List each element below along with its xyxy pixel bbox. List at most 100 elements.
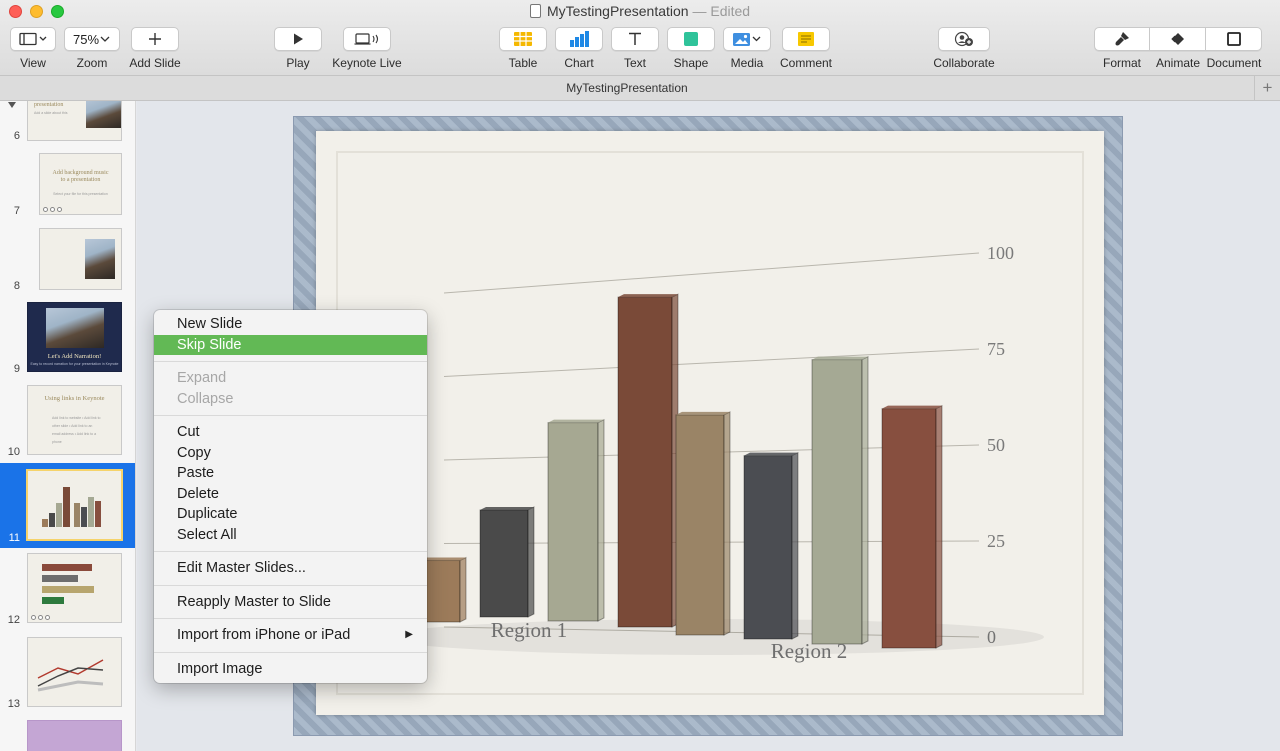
chart-tool[interactable]: Chart	[555, 27, 603, 70]
slide-thumbnail-14[interactable]	[0, 718, 135, 751]
chart-bar-top	[618, 294, 678, 298]
chart-bar-side	[597, 418, 605, 622]
slide-number: 7	[13, 205, 20, 217]
chart-bar-top	[480, 506, 534, 510]
chart-bar	[479, 509, 529, 618]
keynote-live-button[interactable]	[343, 27, 391, 51]
format-label: Format	[1102, 56, 1141, 70]
chart-button[interactable]	[555, 27, 603, 51]
menu-item-duplicate[interactable]: Duplicate	[154, 504, 427, 525]
slide-thumbnail-11[interactable]: 11	[0, 463, 135, 548]
text-icon	[629, 32, 641, 45]
chart-bar-side	[527, 506, 535, 618]
chart-bar	[675, 414, 725, 636]
slide-preview: presentation Add a slide about this	[27, 101, 122, 141]
slide-subtitle: Add a slide about this	[34, 111, 68, 115]
shape-icon	[684, 32, 698, 46]
animate-button[interactable]	[1150, 27, 1206, 51]
menu-item-paste[interactable]: Paste	[154, 463, 427, 484]
slide-photo	[46, 308, 104, 348]
view-button[interactable]	[10, 27, 56, 51]
menu-separator	[154, 618, 427, 619]
table-tool[interactable]: Table	[499, 27, 547, 70]
view-sidebar-icon	[19, 32, 47, 46]
menu-item-cut[interactable]: Cut	[154, 422, 427, 443]
comment-button[interactable]	[782, 27, 830, 51]
add-slide-tool[interactable]: Add Slide	[128, 27, 182, 70]
table-button[interactable]	[499, 27, 547, 51]
menu-item-collapse[interactable]: Collapse	[154, 389, 427, 410]
media-tool[interactable]: Media	[723, 27, 771, 70]
slide-thumbnail-9[interactable]: 9 Let's Add Narration! Easy to record na…	[0, 300, 135, 378]
y-tick-label: 50	[987, 435, 1005, 455]
zoom-tool[interactable]: 75% Zoom	[64, 27, 120, 70]
text-label: Text	[623, 56, 646, 70]
chart-bar-side	[791, 451, 799, 640]
slide-number: 13	[7, 698, 20, 710]
slide-title: presentation	[34, 102, 64, 108]
x-category-label: Region 2	[771, 639, 847, 663]
menu-item-import-from-iphone[interactable]: Import from iPhone or iPad ▶	[154, 625, 427, 646]
animate-label: Animate	[1155, 56, 1201, 70]
mini-line-chart-icon	[37, 659, 104, 692]
chart-bar-top	[812, 356, 868, 360]
slide-preview: Let's Add Narration! Easy to record narr…	[27, 302, 122, 372]
animate-diamond-icon	[1170, 33, 1184, 45]
menu-item-skip-slide[interactable]: Skip Slide	[154, 334, 427, 355]
slide-number: 12	[7, 614, 20, 626]
slide-preview	[27, 637, 122, 707]
format-brush-icon	[1115, 32, 1129, 46]
document-name: MyTestingPresentation	[546, 3, 689, 19]
slide-thumbnail-10[interactable]: 10 Using links in Keynote Add link to we…	[0, 383, 135, 461]
gridline	[443, 348, 980, 377]
collaborate-tool[interactable]: Collaborate	[930, 27, 998, 70]
shape-tool[interactable]: Shape	[667, 27, 715, 70]
slide-title: Let's Add Narration!	[47, 353, 102, 360]
keynote-live-tool[interactable]: Keynote Live	[330, 27, 404, 70]
slide-navigator[interactable]: 6 presentation Add a slide about this 7 …	[0, 101, 136, 751]
slide-number: 11	[8, 532, 20, 544]
tab-document-title[interactable]: MyTestingPresentation	[0, 81, 1254, 95]
menu-item-select-all[interactable]: Select All	[154, 525, 427, 546]
zoom-select[interactable]: 75%	[64, 27, 120, 51]
y-tick-label: 100	[987, 243, 1014, 263]
media-button[interactable]	[723, 27, 771, 51]
keynote-live-icon	[354, 33, 379, 45]
build-indicator	[31, 615, 50, 620]
inspector-tabs: Format Animate Document	[1094, 27, 1262, 70]
view-tool[interactable]: View	[10, 27, 56, 70]
text-tool[interactable]: Text	[611, 27, 659, 70]
format-button[interactable]	[1094, 27, 1150, 51]
slide-thumbnail-12[interactable]: 12	[0, 551, 135, 629]
play-tool[interactable]: Play	[274, 27, 322, 70]
add-slide-button[interactable]	[131, 27, 179, 51]
menu-item-import-image[interactable]: Import Image	[154, 659, 427, 680]
slide-subtitle: Add link to website • Add link to other …	[52, 416, 101, 444]
slide-thumbnail-6[interactable]: 6 presentation Add a slide about this	[0, 101, 135, 145]
slide-thumbnail-8[interactable]: 8	[0, 226, 135, 296]
document-panel-icon	[1226, 32, 1241, 46]
slide-preview: Using links in Keynote Add link to websi…	[27, 385, 122, 455]
y-tick-label: 25	[987, 531, 1005, 551]
slide-photo	[86, 101, 121, 128]
menu-item-edit-master-slides[interactable]: Edit Master Slides...	[154, 558, 427, 579]
slide-number: 6	[13, 130, 20, 142]
comment-tool[interactable]: Comment	[776, 27, 836, 70]
menu-item-copy[interactable]: Copy	[154, 443, 427, 464]
play-button[interactable]	[274, 27, 322, 51]
menu-separator	[154, 415, 427, 416]
menu-item-new-slide[interactable]: New Slide	[154, 314, 427, 335]
chevron-down-icon	[100, 36, 110, 42]
document-button[interactable]	[1206, 27, 1262, 51]
menu-item-reapply-master[interactable]: Reapply Master to Slide	[154, 592, 427, 613]
slide-thumbnail-7[interactable]: 7 Add background music to a presentation…	[0, 151, 135, 221]
slide-thumbnail-13[interactable]: 13	[0, 635, 135, 713]
chart-label: Chart	[564, 56, 594, 70]
menu-item-expand[interactable]: Expand	[154, 368, 427, 389]
text-button[interactable]	[611, 27, 659, 51]
new-tab-button[interactable]: +	[1254, 76, 1280, 101]
menu-item-delete[interactable]: Delete	[154, 484, 427, 505]
collaborate-button[interactable]	[938, 27, 990, 51]
shape-button[interactable]	[667, 27, 715, 51]
build-indicator	[43, 207, 62, 212]
